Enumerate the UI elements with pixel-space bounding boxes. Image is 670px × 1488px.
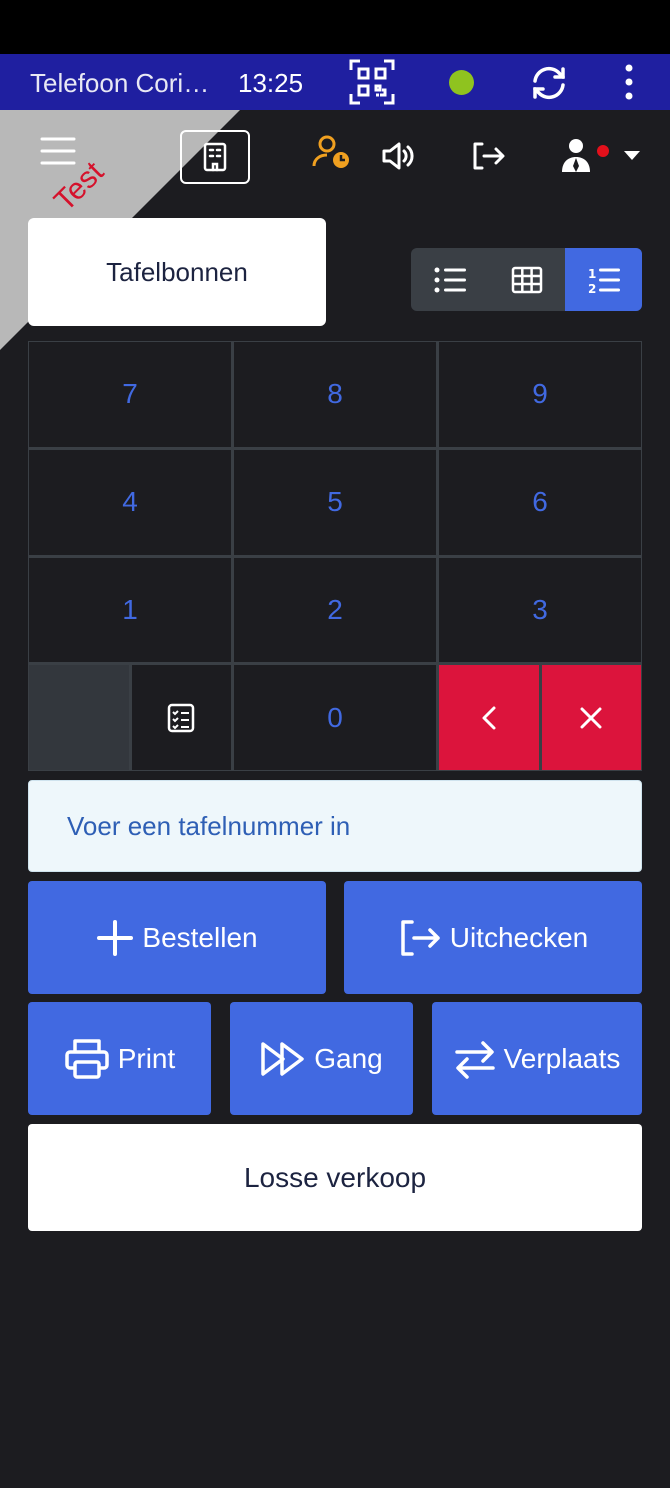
plus-icon bbox=[97, 919, 134, 956]
key-backspace[interactable] bbox=[439, 665, 539, 770]
uitchecken-label: Uitchecken bbox=[449, 921, 589, 953]
logout-icon[interactable] bbox=[470, 140, 506, 172]
volume-icon[interactable] bbox=[380, 140, 416, 172]
key-3[interactable]: 3 bbox=[439, 557, 641, 663]
key-5[interactable]: 5 bbox=[234, 449, 436, 555]
tab-tafelbonnen[interactable]: Tafelbonnen bbox=[28, 218, 326, 326]
key-6[interactable]: 6 bbox=[439, 449, 641, 555]
key-cell-right bbox=[439, 665, 641, 770]
system-bar bbox=[0, 0, 670, 54]
qr-code-icon[interactable] bbox=[348, 58, 396, 106]
key-2[interactable]: 2 bbox=[234, 557, 436, 663]
key-empty bbox=[29, 665, 129, 770]
view-toggle: 1 2 bbox=[411, 248, 642, 311]
key-cell-left bbox=[29, 665, 231, 770]
sync-icon[interactable] bbox=[528, 62, 570, 104]
checklist-icon bbox=[168, 703, 195, 732]
bestellen-label: Bestellen bbox=[142, 921, 258, 953]
table-number-input[interactable]: Voer een tafelnummer in bbox=[28, 780, 642, 872]
view-list-button[interactable] bbox=[411, 248, 488, 311]
view-grid-button[interactable] bbox=[488, 248, 565, 311]
uitchecken-button[interactable]: Uitchecken bbox=[344, 881, 642, 994]
numeric-keypad: 7 8 9 4 5 6 1 2 3 0 bbox=[28, 341, 642, 771]
kebab-menu-icon[interactable] bbox=[620, 64, 638, 100]
key-9[interactable]: 9 bbox=[439, 342, 641, 447]
hamburger-icon[interactable] bbox=[40, 136, 76, 166]
app-area: Test Tafelbonnen 1 2 7 8 9 4 5 6 1 2 3 0… bbox=[0, 110, 670, 1488]
close-icon bbox=[580, 707, 602, 729]
key-8[interactable]: 8 bbox=[234, 342, 436, 447]
key-4[interactable]: 4 bbox=[29, 449, 231, 555]
fast-forward-icon bbox=[261, 1041, 304, 1076]
verplaats-label: Verplaats bbox=[503, 1042, 621, 1074]
list-icon bbox=[434, 267, 466, 292]
swap-arrows-icon bbox=[454, 1040, 495, 1079]
key-7[interactable]: 7 bbox=[29, 342, 231, 447]
key-checklist[interactable] bbox=[131, 665, 231, 770]
building-button[interactable] bbox=[180, 130, 250, 184]
numbered-list-icon: 1 2 bbox=[588, 267, 620, 294]
device-title: Telefoon Cori… bbox=[30, 68, 210, 98]
user-clock-icon[interactable] bbox=[312, 134, 352, 170]
building-icon bbox=[203, 142, 227, 172]
print-button[interactable]: Print bbox=[28, 1002, 211, 1115]
svg-text:2: 2 bbox=[588, 282, 596, 294]
checkout-icon bbox=[400, 919, 440, 956]
status-bar: Telefoon Cori… 13:25 bbox=[0, 54, 670, 110]
verplaats-button[interactable]: Verplaats bbox=[432, 1002, 642, 1115]
key-1[interactable]: 1 bbox=[29, 557, 231, 663]
key-clear[interactable] bbox=[541, 665, 641, 770]
clock: 13:25 bbox=[238, 68, 304, 98]
gang-button[interactable]: Gang bbox=[230, 1002, 413, 1115]
view-numbered-button[interactable]: 1 2 bbox=[565, 248, 642, 311]
gang-label: Gang bbox=[314, 1042, 383, 1074]
printer-icon bbox=[64, 1038, 109, 1079]
connection-status-dot bbox=[449, 70, 474, 95]
chevron-left-icon bbox=[482, 706, 496, 730]
user-icon[interactable] bbox=[560, 136, 644, 174]
grid-icon bbox=[511, 266, 542, 293]
bestellen-button[interactable]: Bestellen bbox=[28, 881, 326, 994]
print-label: Print bbox=[117, 1042, 176, 1074]
svg-text:1: 1 bbox=[588, 267, 596, 281]
key-0[interactable]: 0 bbox=[234, 665, 436, 770]
losse-verkoop-button[interactable]: Losse verkoop bbox=[28, 1124, 642, 1231]
